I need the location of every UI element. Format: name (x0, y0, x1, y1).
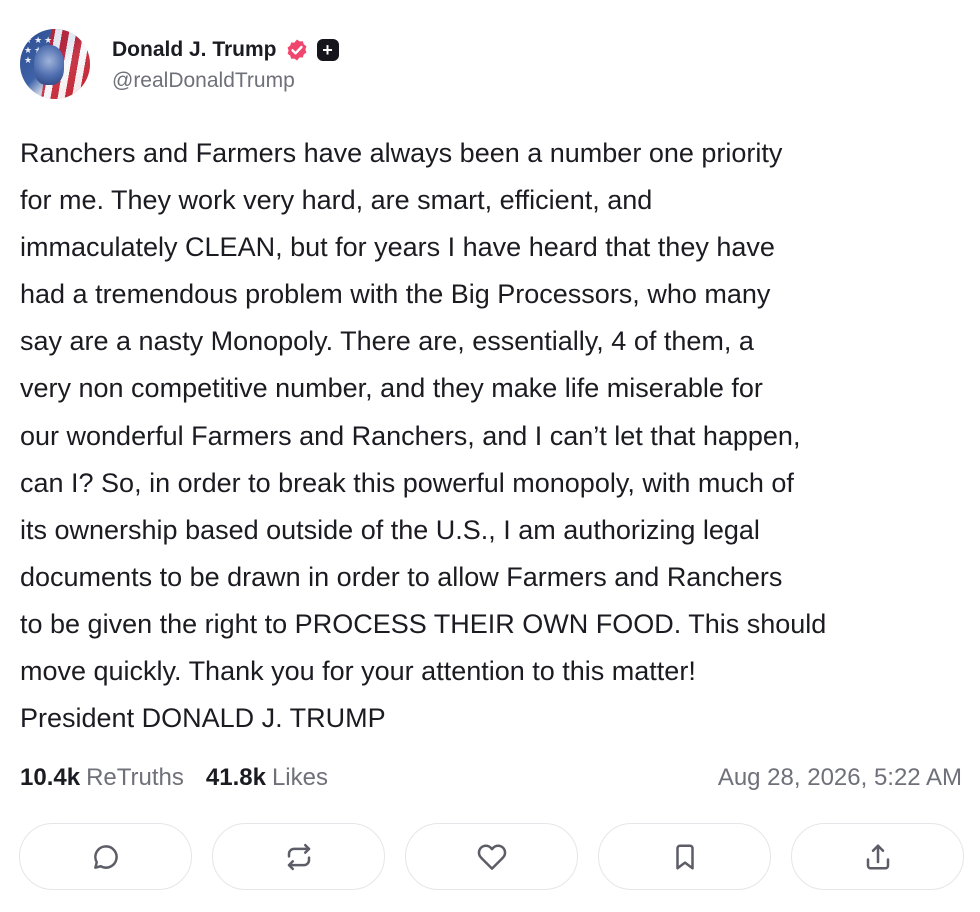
post-stats: 10.4k ReTruths 41.8k Likes Aug 28, 2026,… (20, 760, 962, 796)
retruth-icon (287, 843, 310, 870)
author-info: Donald J. Trump + @realDonaldTrump (112, 35, 339, 93)
author-handle[interactable]: @realDonaldTrump (112, 69, 339, 93)
retruths-label[interactable]: ReTruths (86, 764, 184, 792)
author-display-name[interactable]: Donald J. Trump (112, 38, 277, 62)
reply-button[interactable] (19, 823, 192, 890)
avatar-face (34, 45, 64, 85)
likes-count[interactable]: 41.8k (206, 764, 266, 792)
like-icon (477, 844, 506, 870)
bookmark-icon (675, 844, 694, 869)
verified-badge-icon (287, 39, 306, 61)
reply-icon (93, 844, 118, 869)
retruths-count[interactable]: 10.4k (20, 764, 80, 792)
post-timestamp[interactable]: Aug 28, 2026, 5:22 AM (718, 764, 962, 792)
post-body-text: Ranchers and Farmers have always been a … (20, 138, 827, 734)
share-button[interactable] (791, 823, 964, 890)
post-header: ★★★ ★★ ★★★ Donald J. Trump + @realDonald… (20, 28, 339, 100)
retruth-button[interactable] (212, 823, 385, 890)
bookmark-button[interactable] (598, 823, 771, 890)
likes-label[interactable]: Likes (272, 764, 328, 792)
avatar[interactable]: ★★★ ★★ ★★★ (20, 29, 90, 99)
like-button[interactable] (405, 823, 578, 890)
action-bar (19, 823, 964, 890)
share-icon (866, 844, 889, 869)
author-name-row: Donald J. Trump + (112, 35, 339, 65)
plus-badge-icon: + (316, 39, 339, 61)
